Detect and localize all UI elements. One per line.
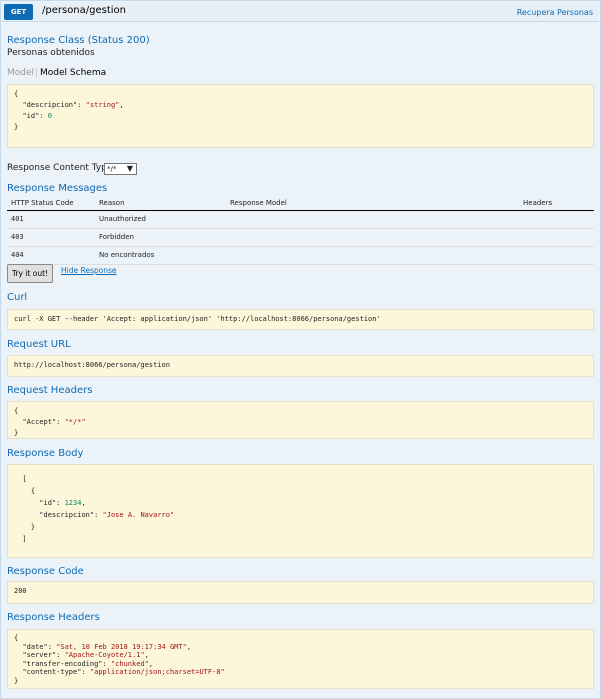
reason-cell: Forbidden — [95, 228, 226, 247]
header-value: "application/json;charset=UTF-8" — [89, 668, 225, 676]
body-key: "id" — [39, 499, 57, 507]
body-value: 1234 — [64, 499, 82, 507]
try-it-out-button[interactable]: Try it out! — [7, 264, 53, 283]
tab-model[interactable]: Model — [7, 68, 34, 78]
operation-summary-link[interactable]: Recupera Personas — [517, 8, 593, 17]
headers-cell — [519, 210, 594, 229]
table-row: 403 Forbidden — [7, 228, 594, 247]
content-type-value: */* — [107, 165, 117, 173]
schema-value: 0 — [47, 112, 52, 120]
headers-cell — [519, 228, 594, 247]
model-schema-block: { "descripcion": "string", "id": 0 } — [7, 84, 594, 148]
schema-value: "string" — [85, 101, 120, 109]
header-key: "Accept" — [22, 418, 57, 426]
curl-title: Curl — [7, 292, 28, 303]
request-headers-block: { "Accept": "*/*" } — [7, 401, 594, 439]
header-key: "transfer-encoding" — [22, 659, 103, 668]
model-tabs: Model Model Schema — [7, 68, 107, 78]
endpoint-path[interactable]: /persona/gestion — [42, 5, 126, 16]
status-code-cell: 403 — [7, 228, 95, 247]
header-value: "chunked" — [110, 659, 149, 668]
http-method-badge[interactable]: GET — [4, 4, 33, 20]
response-messages-title: Response Messages — [7, 183, 108, 194]
response-class-description: Personas obtenidos — [7, 48, 95, 58]
content-type-select[interactable]: */* ▼ — [104, 163, 137, 175]
response-model-cell — [226, 210, 519, 229]
response-model-cell — [226, 246, 519, 265]
status-code-cell: 401 — [7, 210, 95, 229]
column-header: HTTP Status Code — [7, 197, 95, 211]
response-messages-table: HTTP Status Code Reason Response Model H… — [7, 197, 594, 265]
body-key: "descripcion" — [39, 511, 95, 519]
header-value: "*/*" — [64, 418, 86, 426]
headers-cell — [519, 246, 594, 265]
operation-panel: GET /persona/gestion Recupera Personas R… — [0, 0, 601, 699]
chevron-down-icon: ▼ — [126, 164, 133, 173]
schema-key: "id" — [22, 112, 40, 120]
curl-block: curl -X GET --header 'Accept: applicatio… — [7, 309, 594, 330]
reason-cell: Unauthorized — [95, 210, 226, 229]
response-headers-block: { "date": "Sat, 10 Feb 2018 19:17:34 GMT… — [7, 629, 594, 689]
request-url-block: http://localhost:8066/persona/gestion — [7, 355, 594, 377]
response-body-title: Response Body — [7, 448, 84, 459]
table-row: 401 Unauthorized — [7, 210, 594, 229]
reason-cell: No encontrados — [95, 246, 226, 265]
response-code-block: 200 — [7, 581, 594, 604]
response-headers-title: Response Headers — [7, 612, 100, 623]
request-headers-title: Request Headers — [7, 385, 93, 396]
response-model-cell — [226, 228, 519, 247]
response-body-block: [ { "id": 1234, "descripcion": "Jose A. … — [7, 464, 594, 558]
header-value: "Apache-Coyote/1.1" — [64, 651, 145, 659]
table-header-row: HTTP Status Code Reason Response Model H… — [7, 197, 594, 211]
header-key: "date" — [22, 642, 48, 651]
header-key: "server" — [22, 651, 57, 659]
request-url-title: Request URL — [7, 339, 71, 350]
schema-key: "descripcion" — [22, 101, 78, 109]
column-header: Response Model — [226, 197, 519, 211]
content-type-label: Response Content Type — [7, 163, 113, 173]
tab-model-schema[interactable]: Model Schema — [36, 68, 107, 78]
column-header: Headers — [519, 197, 594, 211]
body-value: "Jose A. Navarro" — [102, 511, 175, 519]
operation-header[interactable]: GET /persona/gestion Recupera Personas — [2, 2, 599, 22]
response-class-title: Response Class (Status 200) — [7, 35, 150, 46]
table-row: 404 No encontrados — [7, 246, 594, 265]
header-value: "Sat, 10 Feb 2018 19:17:34 GMT" — [56, 642, 187, 651]
response-code-title: Response Code — [7, 566, 84, 577]
column-header: Reason — [95, 197, 226, 211]
status-code-cell: 404 — [7, 246, 95, 265]
header-key: "content-type" — [22, 668, 82, 676]
hide-response-link[interactable]: Hide Response — [61, 266, 117, 275]
